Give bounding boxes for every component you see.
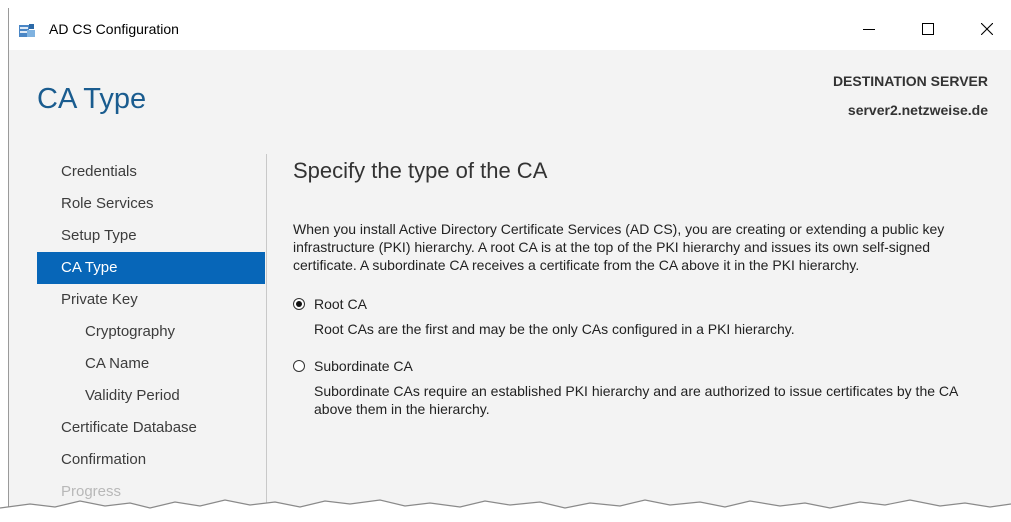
subordinate-ca-radio[interactable]	[293, 360, 305, 372]
nav-item-validity-period[interactable]: Validity Period	[37, 380, 265, 412]
ad-cs-configuration-window: AD CS Configuration CA Type DESTINATION …	[8, 8, 1011, 522]
nav-item-role-services[interactable]: Role Services	[37, 188, 265, 220]
section-title: Specify the type of the CA	[293, 158, 548, 183]
nav-item-ca-type[interactable]: CA Type	[37, 252, 265, 284]
root-ca-radio[interactable]	[293, 298, 305, 310]
nav-item-cryptography[interactable]: Cryptography	[37, 316, 265, 348]
nav-divider	[266, 154, 267, 514]
torn-edge-decoration	[0, 499, 1011, 522]
nav-item-ca-name[interactable]: CA Name	[37, 348, 265, 380]
minimize-button[interactable]	[846, 8, 892, 50]
subordinate-ca-description: Subordinate CAs require an established P…	[314, 383, 958, 417]
window-title: AD CS Configuration	[49, 21, 179, 37]
minimize-icon	[863, 29, 875, 30]
root-ca-description: Root CAs are the first and may be the on…	[314, 321, 795, 337]
maximize-icon	[922, 23, 934, 35]
server-config-icon	[18, 22, 36, 38]
close-icon	[981, 23, 993, 35]
root-ca-option: Root CA Root CAs are the first and may b…	[293, 294, 993, 338]
nav-item-setup-type[interactable]: Setup Type	[37, 220, 265, 252]
subordinate-ca-radio-row[interactable]: Subordinate CA	[293, 356, 993, 376]
title-bar[interactable]: AD CS Configuration	[9, 8, 1011, 50]
page-title: CA Type	[37, 83, 147, 115]
root-ca-label[interactable]: Root CA	[314, 296, 367, 312]
subordinate-ca-label[interactable]: Subordinate CA	[314, 358, 413, 374]
destination-server-name: server2.netzweise.de	[847, 102, 988, 118]
destination-server-label: DESTINATION SERVER	[832, 73, 988, 89]
ca-type-description: When you install Active Directory Certif…	[293, 221, 945, 273]
main-content: Specify the type of the CA When you inst…	[293, 158, 993, 436]
nav-item-private-key[interactable]: Private Key	[37, 284, 265, 316]
nav-item-credentials[interactable]: Credentials	[37, 156, 265, 188]
wizard-navigation: Credentials Role Services Setup Type CA …	[37, 156, 265, 508]
root-ca-radio-row[interactable]: Root CA	[293, 294, 993, 314]
nav-item-confirmation[interactable]: Confirmation	[37, 444, 265, 476]
subordinate-ca-option: Subordinate CA Subordinate CAs require a…	[293, 356, 993, 418]
nav-item-certificate-database[interactable]: Certificate Database	[37, 412, 265, 444]
maximize-button[interactable]	[905, 8, 951, 50]
close-button[interactable]	[964, 8, 1010, 50]
